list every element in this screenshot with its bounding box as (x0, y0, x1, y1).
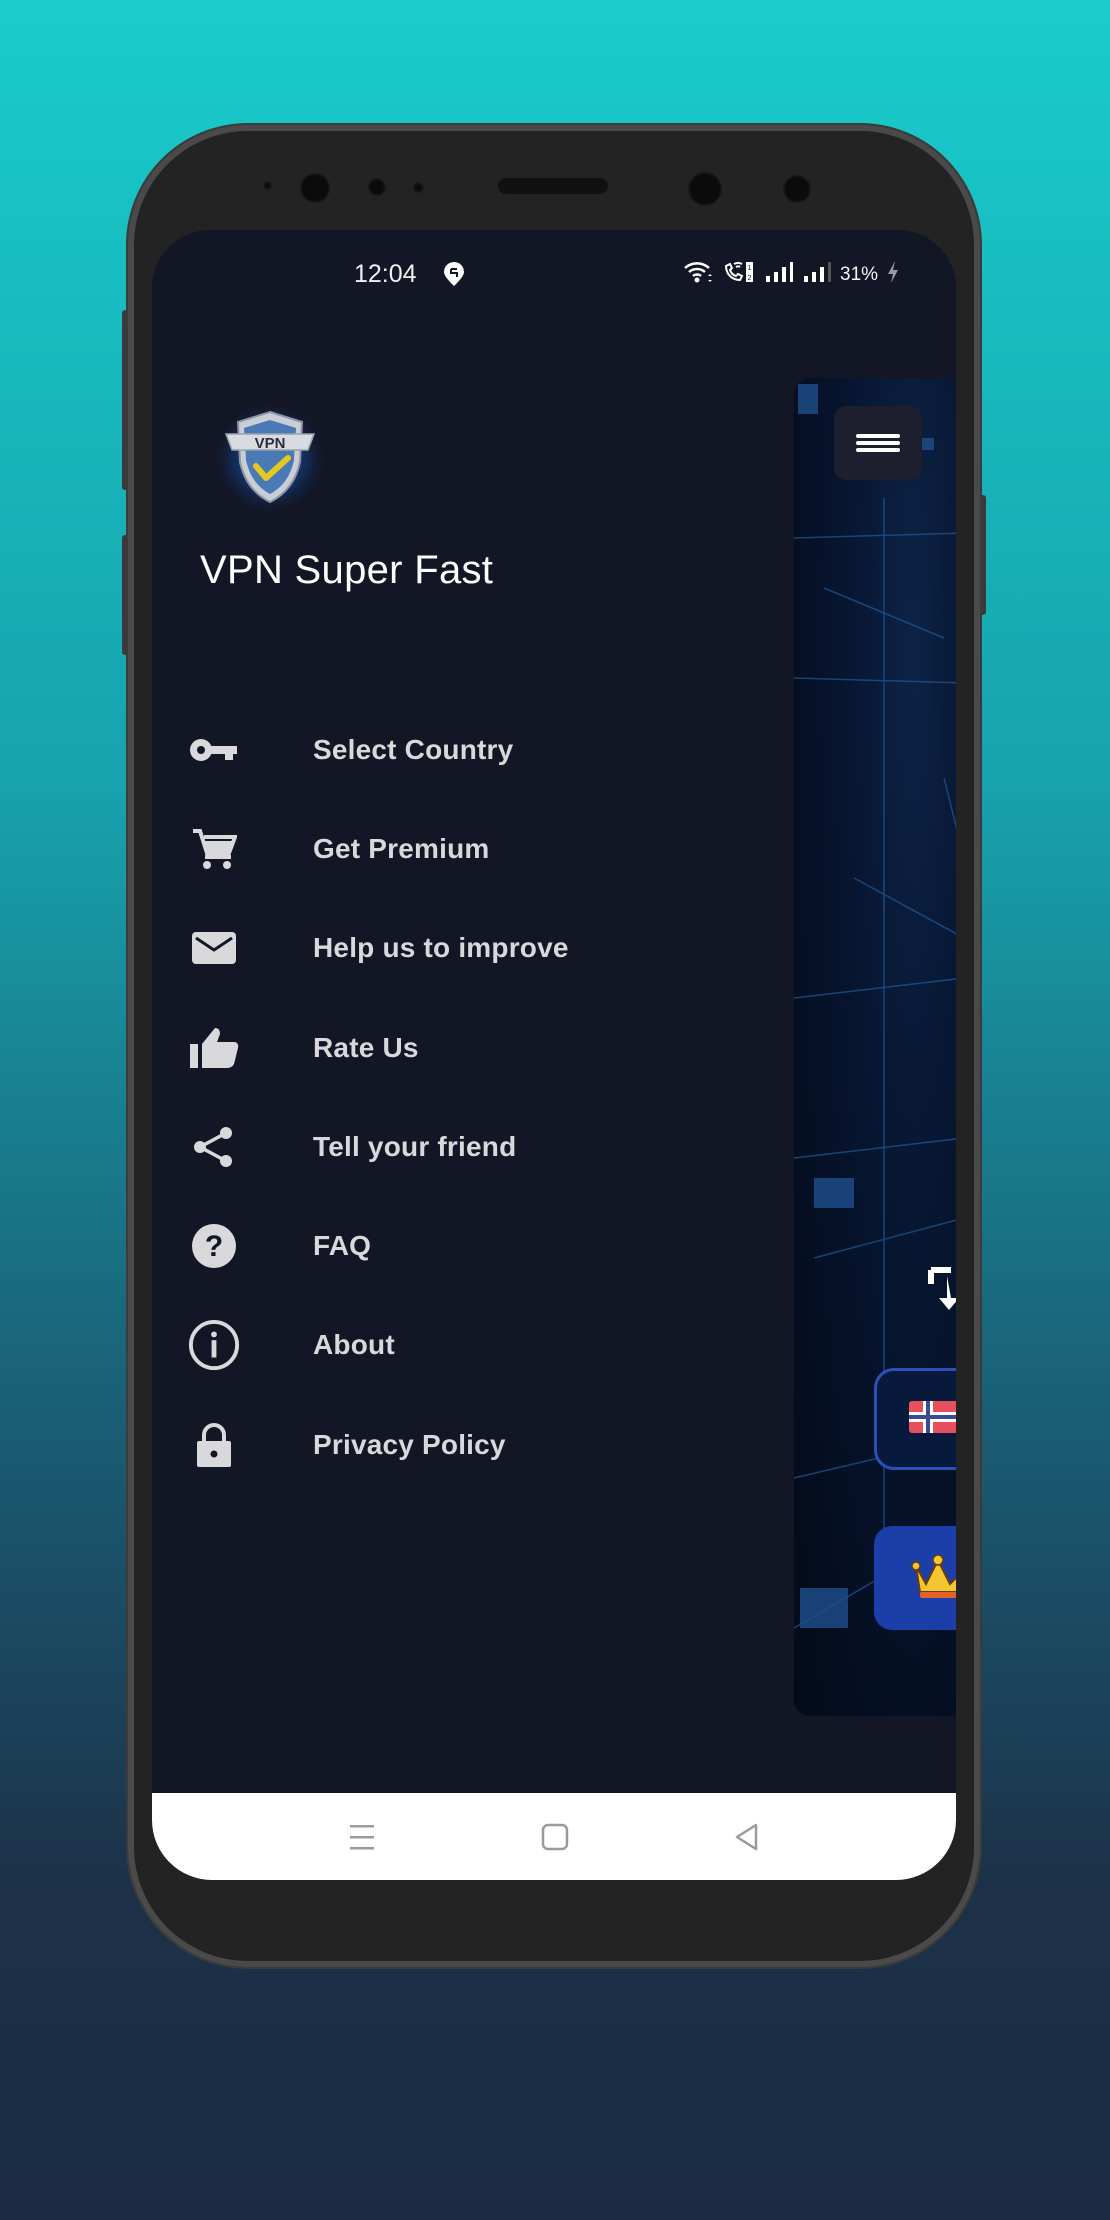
status-bar: 12:04 12 31% (152, 230, 956, 320)
thumbs-up-icon (188, 1022, 240, 1074)
status-time: 12:04 (354, 260, 417, 288)
menu-item-label: Tell your friend (313, 1130, 517, 1162)
charging-bolt-icon (886, 260, 900, 290)
svg-text:1: 1 (748, 265, 752, 272)
hamburger-menu-button[interactable] (834, 406, 922, 480)
menu-item-about[interactable]: About (152, 1296, 802, 1395)
swiggy-location-icon (442, 261, 466, 292)
menu-item-label: Get Premium (313, 832, 490, 864)
menu-item-get-premium[interactable]: Get Premium (152, 799, 802, 898)
svg-text:VPN: VPN (255, 435, 286, 452)
circuit-background (794, 384, 956, 1629)
cart-icon (188, 823, 240, 875)
menu-item-label: FAQ (313, 1230, 372, 1262)
svg-text:2: 2 (748, 275, 752, 282)
menu-item-label: Select Country (313, 733, 514, 765)
recents-icon (350, 1825, 374, 1850)
norway-flag-icon (909, 1401, 956, 1438)
phone-speaker (498, 178, 608, 194)
status-icons: 12 31% (682, 260, 900, 290)
app-logo: VPN (210, 398, 330, 518)
home-square-icon (541, 1823, 569, 1851)
help-circle-icon: ? (188, 1220, 240, 1272)
signal-sim2-icon (802, 261, 832, 289)
menu-item-label: Rate Us (313, 1031, 419, 1063)
phone-front-camera (300, 173, 330, 203)
crown-icon (910, 1552, 956, 1607)
battery-percent: 31% (840, 264, 879, 285)
back-triangle-icon (735, 1823, 758, 1851)
lock-icon (188, 1419, 240, 1471)
phone-side-button-left-2 (122, 535, 128, 655)
phone-sensor (368, 178, 386, 196)
menu-item-help-us-to-improve[interactable]: Help us to improve (152, 899, 802, 998)
nav-back-button[interactable] (727, 1819, 767, 1855)
share-icon (188, 1121, 240, 1173)
menu-item-label: Privacy Policy (313, 1428, 506, 1460)
signal-sim1-icon (764, 261, 794, 289)
phone-side-button-left-1 (122, 310, 128, 490)
wifi-calling-icon: 12 (722, 260, 756, 290)
drawer-menu: Select Country Get Premium Help us to im… (152, 700, 802, 1494)
nav-recents-button[interactable] (342, 1819, 382, 1855)
premium-button[interactable] (874, 1526, 956, 1630)
phone-side-button-right (980, 495, 986, 615)
svg-text:?: ? (205, 1230, 223, 1263)
hamburger-icon (856, 431, 900, 455)
key-icon (188, 724, 240, 776)
phone-camera (783, 175, 811, 203)
menu-item-tell-your-friend[interactable]: Tell your friend (152, 1097, 802, 1196)
main-screen-peek[interactable] (794, 378, 956, 1716)
phone-sensor (263, 181, 272, 190)
nav-home-button[interactable] (535, 1819, 575, 1855)
system-nav-bar (152, 1793, 956, 1880)
connect-power-icon[interactable] (927, 1266, 956, 1314)
info-icon (188, 1319, 240, 1371)
phone-camera (688, 172, 722, 206)
menu-item-privacy-policy[interactable]: Privacy Policy (152, 1395, 802, 1494)
mail-icon (188, 922, 240, 974)
app-title: VPN Super Fast (200, 548, 494, 592)
menu-item-label: About (313, 1329, 395, 1361)
phone-sensor (413, 182, 424, 193)
screen: 12:04 12 31% VPN VPN Super Fast Select C… (152, 230, 956, 1880)
select-country-button[interactable] (874, 1368, 956, 1470)
menu-item-select-country[interactable]: Select Country (152, 700, 802, 799)
menu-item-rate-us[interactable]: Rate Us (152, 998, 802, 1097)
menu-item-faq[interactable]: ? FAQ (152, 1196, 802, 1295)
wifi-icon (682, 260, 714, 290)
menu-item-label: Help us to improve (313, 932, 569, 964)
